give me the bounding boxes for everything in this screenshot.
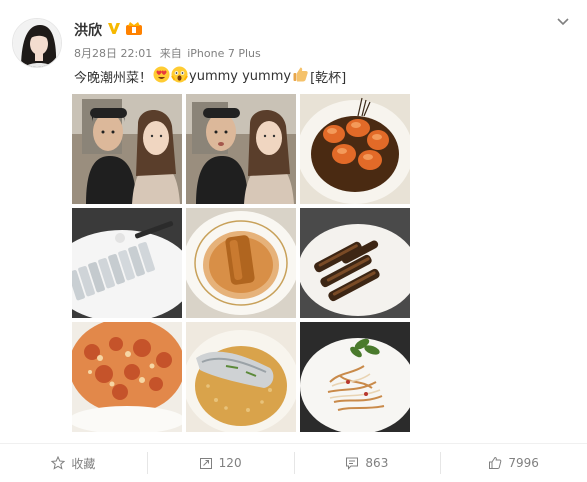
post-text-tag: [乾杯] — [310, 71, 347, 86]
username[interactable]: 洪欣 — [74, 20, 102, 40]
repost-count: 120 — [218, 456, 242, 470]
post-image-selfie-1[interactable] — [72, 94, 182, 204]
avatar[interactable] — [12, 18, 62, 68]
action-bar: 收藏 120 863 7996 — [0, 444, 587, 482]
post-image-sliced-fish[interactable] — [72, 208, 182, 318]
post-image-fish-soup[interactable] — [186, 322, 296, 432]
like-button[interactable]: 7996 — [440, 444, 587, 482]
comment-icon — [345, 456, 359, 470]
post-meta: 8月28日 22:01 来自 iPhone 7 Plus — [74, 45, 265, 61]
chevron-down-icon[interactable] — [555, 14, 571, 30]
thumbs-up-icon — [488, 456, 502, 470]
post-text-yummy: yummy yummy — [189, 69, 292, 84]
like-count: 7996 — [508, 456, 539, 470]
post-image-braised-bowl[interactable] — [186, 208, 296, 318]
repost-icon — [199, 456, 213, 470]
verified-icon — [107, 21, 121, 35]
repost-button[interactable]: 120 — [146, 444, 294, 482]
heart-eyes-emoji-icon — [153, 66, 170, 87]
member-crown-icon[interactable] — [125, 21, 143, 36]
comment-button[interactable]: 863 — [293, 444, 441, 482]
source-device[interactable]: iPhone 7 Plus — [187, 47, 261, 60]
thumbs-up-emoji-icon — [292, 66, 309, 87]
post-image-fried-shrimp[interactable] — [300, 94, 410, 204]
post-image-jellyfish-salad[interactable] — [300, 322, 410, 432]
post-image-crab-omelette[interactable] — [72, 322, 182, 432]
comment-count: 863 — [365, 456, 389, 470]
star-icon — [51, 456, 66, 470]
post-text: 今晚潮州菜！ yummy yummy [乾杯] — [74, 66, 346, 87]
favorite-label: 收藏 — [71, 456, 96, 471]
weibo-post-card: 洪欣 8月28日 22:01 来自 iPhone 7 Plus 今晚潮州菜！ y… — [0, 0, 587, 482]
favorite-button[interactable]: 收藏 — [0, 444, 147, 482]
post-image-selfie-2[interactable] — [186, 94, 296, 204]
source-prefix: 来自 — [159, 47, 182, 60]
post-timestamp[interactable]: 8月28日 22:01 — [74, 47, 152, 60]
post-image-braised-goose[interactable] — [300, 208, 410, 318]
post-text-intro: 今晚潮州菜！ — [74, 71, 153, 86]
scream-emoji-icon — [171, 66, 188, 87]
image-grid — [72, 94, 410, 432]
